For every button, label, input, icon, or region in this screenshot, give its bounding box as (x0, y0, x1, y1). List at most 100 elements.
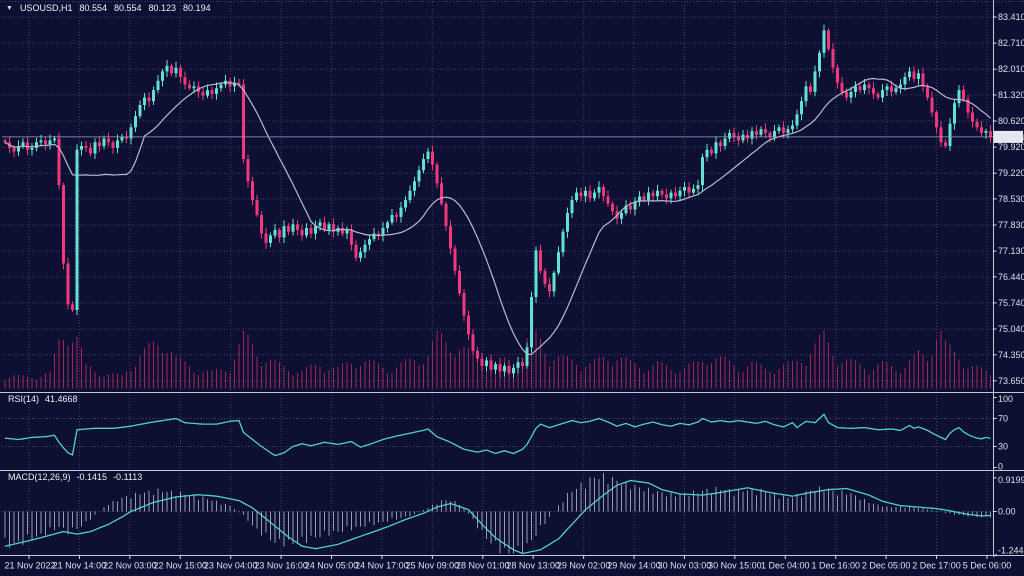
candle-body (593, 193, 596, 199)
svg-text:79.220: 79.220 (998, 168, 1024, 178)
candle-body (152, 90, 155, 101)
candle-body (989, 131, 992, 137)
price-axis[interactable]: 83.41082.71082.01081.32080.62079.92079.2… (994, 12, 1024, 557)
candle-body (571, 200, 574, 213)
svg-text:80.620: 80.620 (998, 116, 1024, 126)
candle-body (278, 230, 281, 237)
candle-body (62, 185, 65, 263)
candle-body (467, 316, 470, 335)
candle-body (247, 159, 250, 181)
candle-body (499, 364, 502, 371)
candle-body (940, 127, 943, 142)
candle-body (319, 222, 322, 226)
rsi-indicator-label: RSI(14) 41.4668 (8, 394, 78, 404)
candle-body (683, 187, 686, 191)
candle-body (242, 84, 245, 159)
svg-text:0.00: 0.00 (998, 507, 1016, 517)
candle-body (580, 193, 583, 197)
candle-body (170, 66, 173, 73)
svg-text:-1.2446: -1.2446 (998, 546, 1024, 556)
candle-body (769, 133, 772, 137)
ohlc-open: 80.554 (79, 3, 107, 13)
candle-body (575, 193, 578, 200)
candle-body (530, 297, 533, 347)
svg-text:24 Nov 17:00: 24 Nov 17:00 (355, 561, 409, 571)
candle-body (35, 142, 38, 148)
candle-body (719, 142, 722, 146)
svg-text:83.410: 83.410 (998, 12, 1024, 22)
volume-series (5, 331, 991, 389)
candle-body (220, 84, 223, 88)
candle-body (436, 165, 439, 184)
current-price-tag: 80.194 (994, 131, 1024, 143)
svg-text:76.440: 76.440 (998, 272, 1024, 282)
candle-body (854, 86, 857, 92)
candle-body (629, 206, 632, 210)
candle-body (103, 139, 106, 146)
candle-body (742, 135, 745, 141)
candle-body (310, 228, 313, 234)
candle-body (935, 112, 938, 127)
candle-body (535, 250, 538, 297)
candle-body (818, 53, 821, 72)
rsi-line (5, 414, 991, 455)
candle-body (517, 362, 520, 368)
candle-body (760, 129, 763, 135)
candle-body (521, 362, 524, 366)
candle-body (485, 360, 488, 366)
candle-body (179, 68, 182, 77)
candle-body (908, 71, 911, 77)
candle-body (841, 83, 844, 92)
candle-body (368, 239, 371, 245)
candle-body (953, 103, 956, 124)
candle-body (359, 252, 362, 258)
candle-body (539, 250, 542, 271)
candle-body (728, 133, 731, 139)
candle-body (265, 234, 268, 243)
candle-body (751, 131, 754, 138)
time-axis[interactable]: 21 Nov 202221 Nov 14:0022 Nov 03:0022 No… (4, 556, 1011, 571)
candle-body (490, 360, 493, 369)
svg-text:30 Nov 15:00: 30 Nov 15:00 (708, 561, 762, 571)
candle-body (382, 228, 385, 235)
candle-body (427, 152, 430, 159)
candle-body (85, 146, 88, 148)
candle-body (67, 263, 70, 304)
candle-body (895, 88, 898, 92)
candle-body (976, 122, 979, 128)
candle-body (701, 157, 704, 185)
candle-body (949, 124, 952, 146)
symbol-dropdown-icon[interactable]: ▼ (6, 5, 13, 12)
candle-body (796, 114, 799, 125)
candle-body (598, 187, 601, 193)
macd-indicator-label: MACD(12,26,9) -0.1415 -0.1113 (8, 472, 142, 482)
svg-text:0.9199: 0.9199 (998, 475, 1024, 485)
svg-text:75.040: 75.040 (998, 324, 1024, 334)
candle-body (481, 358, 484, 365)
candle-body (589, 191, 592, 198)
svg-text:30: 30 (998, 442, 1008, 452)
svg-text:1 Dec 16:00: 1 Dec 16:00 (811, 561, 860, 571)
candle-body (881, 90, 884, 97)
chart-canvas[interactable]: 80.19483.41082.71082.01081.32080.62079.9… (0, 0, 1024, 576)
ohlc-close: 80.194 (183, 3, 211, 13)
candle-body (107, 139, 110, 143)
candle-body (877, 94, 880, 98)
candle-body (643, 196, 646, 200)
svg-text:22 Nov 03:00: 22 Nov 03:00 (103, 561, 157, 571)
candle-body (791, 125, 794, 129)
candle-body (692, 189, 695, 193)
candle-body (400, 208, 403, 217)
candle-body (134, 116, 137, 127)
candle-body (166, 66, 169, 72)
candle-body (755, 131, 758, 135)
svg-text:81.320: 81.320 (998, 90, 1024, 100)
candle-body (395, 215, 398, 217)
candle-body (931, 98, 934, 113)
svg-text:29 Nov 14:00: 29 Nov 14:00 (607, 561, 661, 571)
candle-body (350, 230, 353, 245)
candle-body (674, 193, 677, 197)
svg-text:70: 70 (998, 414, 1008, 424)
candle-body (409, 191, 412, 200)
candle-body (548, 284, 551, 291)
